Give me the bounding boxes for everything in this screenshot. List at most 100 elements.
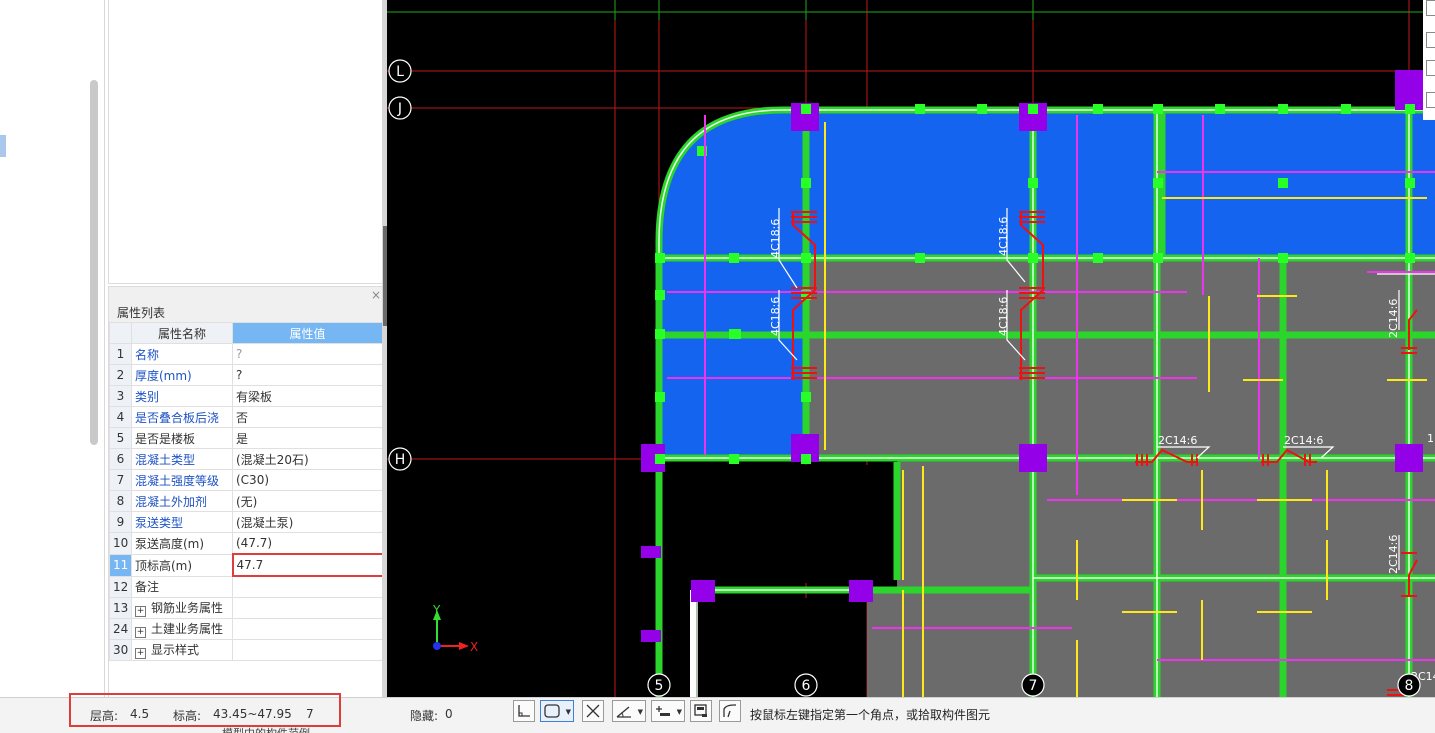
table-row[interactable]: 9 泵送类型 (混凝土泵) bbox=[109, 511, 383, 533]
property-panel-title: 属性列表 bbox=[117, 306, 166, 320]
edge-label: 1 bbox=[1427, 432, 1434, 445]
table-row[interactable]: 10 泵送高度(m) (47.7) bbox=[109, 532, 383, 555]
drawing-canvas[interactable]: 4C18:6 4C18:6 4C18:6 4C18:6 2C14:6 2C14:… bbox=[387, 0, 1435, 697]
table-row[interactable]: 4 是否叠合板后浇否 bbox=[109, 406, 383, 428]
table-row[interactable]: 13 + 钢筋业务属性 bbox=[109, 597, 383, 619]
header-value: 属性值 bbox=[232, 322, 383, 344]
group-label: 显示样式 bbox=[151, 643, 200, 657]
expand-icon[interactable]: + bbox=[135, 606, 146, 617]
slab-gray-mid bbox=[807, 258, 1435, 458]
right-tool-button[interactable] bbox=[1426, 32, 1435, 48]
property-group[interactable]: + 土建业务属性 bbox=[131, 618, 233, 640]
row-number: 2 bbox=[109, 364, 132, 386]
opening bbox=[665, 465, 895, 583]
table-row[interactable]: 5 是否是楼板是 bbox=[109, 427, 383, 449]
ucs-x-label: X bbox=[470, 640, 478, 654]
axis-label: H bbox=[395, 452, 406, 468]
table-row[interactable]: 1 名称? bbox=[109, 343, 383, 365]
top-elevation-input[interactable]: 47.7 bbox=[231, 553, 384, 577]
rect-select-button[interactable]: ▼ bbox=[540, 700, 574, 722]
row-number: 30 bbox=[109, 639, 132, 661]
property-group[interactable]: + 显示样式 bbox=[131, 639, 233, 661]
row-number: 1 bbox=[109, 343, 132, 365]
group-label: 土建业务属性 bbox=[151, 622, 224, 636]
display-button[interactable] bbox=[690, 700, 712, 722]
property-name: 混凝土外加剂 bbox=[131, 490, 233, 512]
left-scrollbar[interactable] bbox=[90, 80, 98, 445]
row-number: 7 bbox=[109, 469, 132, 491]
expand-icon[interactable]: + bbox=[135, 648, 146, 659]
chevron-down-icon[interactable]: ▼ bbox=[566, 708, 571, 716]
slab-gray-small bbox=[867, 590, 1027, 697]
table-row[interactable]: 8 混凝土外加剂 (无) bbox=[109, 490, 383, 512]
rebar-label: 4C18:6 bbox=[769, 219, 782, 258]
expand-icon[interactable]: + bbox=[135, 627, 146, 638]
display-icon bbox=[694, 704, 707, 717]
slab-blue-left bbox=[659, 258, 807, 458]
angle-icon bbox=[616, 706, 631, 718]
property-value[interactable]: (无) bbox=[232, 490, 383, 512]
rebar-label: 4C18:6 bbox=[997, 297, 1010, 336]
right-tool-button[interactable] bbox=[1426, 0, 1435, 16]
group-label: 钢筋业务属性 bbox=[151, 601, 224, 615]
table-row[interactable]: 6 混凝土类型 (混凝土20石) bbox=[109, 448, 383, 470]
property-name: 泵送类型 bbox=[131, 511, 233, 533]
rebar-label: 2C14:6 bbox=[1387, 535, 1400, 574]
property-name: 是否叠合板后浇 bbox=[131, 406, 233, 428]
row-number: 8 bbox=[109, 490, 132, 512]
property-value[interactable]: (混凝土泵) bbox=[232, 511, 383, 533]
opening-2 bbox=[697, 598, 862, 697]
polyline-button[interactable] bbox=[719, 700, 741, 722]
table-row[interactable]: 24 + 土建业务属性 bbox=[109, 618, 383, 640]
property-name: 顶标高(m) bbox=[131, 553, 233, 577]
property-value[interactable]: (C30) bbox=[232, 469, 383, 491]
property-name: 混凝土强度等级 bbox=[131, 469, 233, 491]
table-row-selected[interactable]: 11 顶标高(m) 47.7 bbox=[109, 553, 384, 577]
property-value bbox=[232, 618, 383, 640]
property-group[interactable]: + 钢筋业务属性 bbox=[131, 597, 233, 619]
close-icon[interactable]: × bbox=[371, 288, 381, 302]
offset-button[interactable]: ▼ bbox=[651, 700, 685, 722]
row-number: 24 bbox=[109, 618, 132, 640]
offset-icon bbox=[656, 706, 670, 716]
header-name: 属性名称 bbox=[131, 322, 233, 344]
property-value[interactable]: ? bbox=[232, 364, 383, 386]
rebar-label: 2C14:6 bbox=[1284, 434, 1323, 447]
row-number: 5 bbox=[109, 427, 132, 449]
right-tool-button[interactable] bbox=[1426, 92, 1435, 108]
property-value[interactable]: 否 bbox=[232, 406, 383, 428]
cross-icon bbox=[586, 704, 600, 718]
property-value[interactable]: (47.7) bbox=[232, 532, 383, 555]
dimension-lines bbox=[387, 0, 1435, 20]
property-value[interactable] bbox=[232, 575, 383, 598]
cad-drawing[interactable]: 4C18:6 4C18:6 4C18:6 4C18:6 2C14:6 2C14:… bbox=[387, 0, 1435, 697]
row-number: 11 bbox=[109, 553, 132, 577]
app-window: 属性列表 × 属性名称 属性值 1 名称? 2 厚度(mm)? 3 类别 有梁板 4 是否… bbox=[0, 0, 1435, 733]
table-row[interactable]: 3 类别 有梁板 bbox=[109, 385, 383, 407]
axis-label: 6 bbox=[802, 678, 811, 694]
hidden-value: 0 bbox=[445, 707, 453, 721]
cross-button[interactable] bbox=[582, 700, 604, 722]
table-row[interactable]: 12 备注 bbox=[109, 575, 383, 598]
ucs-y-label: Y bbox=[432, 603, 441, 617]
property-value[interactable]: (混凝土20石) bbox=[232, 448, 383, 470]
chevron-down-icon[interactable]: ▼ bbox=[638, 708, 643, 716]
property-name: 是否是楼板 bbox=[131, 427, 233, 449]
axis-label: 5 bbox=[655, 678, 664, 694]
axis-label: 7 bbox=[1029, 678, 1038, 694]
ortho-button[interactable] bbox=[513, 700, 535, 722]
row-number: 10 bbox=[109, 532, 132, 555]
chevron-down-icon[interactable]: ▼ bbox=[677, 708, 682, 716]
table-row[interactable]: 2 厚度(mm)? bbox=[109, 364, 383, 386]
rebar-label: 4C18:6 bbox=[769, 297, 782, 336]
property-value[interactable]: 有梁板 bbox=[232, 385, 383, 407]
table-row[interactable]: 7 混凝土强度等级 (C30) bbox=[109, 469, 383, 491]
property-table-header: 属性名称 属性值 bbox=[109, 322, 383, 344]
property-value[interactable]: ? bbox=[232, 343, 383, 365]
property-name: 备注 bbox=[131, 575, 233, 598]
property-value[interactable]: 是 bbox=[232, 427, 383, 449]
property-value bbox=[232, 597, 383, 619]
table-row[interactable]: 30 + 显示样式 bbox=[109, 639, 383, 661]
right-tool-button[interactable] bbox=[1426, 60, 1435, 76]
angle-button[interactable]: ▼ bbox=[612, 700, 646, 722]
